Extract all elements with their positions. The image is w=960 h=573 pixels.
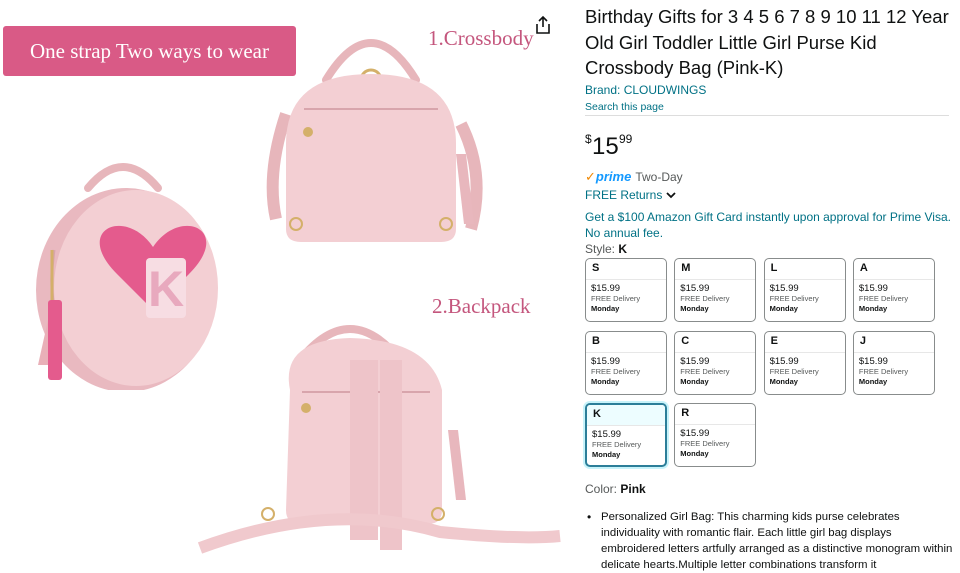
style-option-letter: A [859,262,868,274]
style-option-day: Monday [858,304,888,313]
style-option-day: Monday [591,304,620,313]
style-option-price: $15.99 [769,283,799,294]
style-option-price: $15.99 [680,355,710,367]
style-value: K [618,241,628,256]
product-title: Birthday Gifts for 3 4 5 6 7 8 9 10 11 1… [585,6,949,78]
style-option-day: Monday [769,304,798,313]
bag-backpack-illustration [197,325,561,554]
style-option-letter: L [770,262,778,274]
style-option-delivery: FREE Delivery [858,366,909,376]
style-option-price: $15.99 [858,283,888,294]
style-option-e[interactable]: E $15.99 FREE Delivery Monday [763,330,846,395]
style-label: Style: K [585,241,628,256]
style-option-letter: K [587,405,665,426]
style-option-b[interactable]: B $15.99 FREE Delivery Monday [585,330,667,395]
share-icon[interactable] [532,14,554,36]
feature-bullet: Personalized Girl Bag: This charming kid… [585,509,953,573]
style-option-day: Monday [591,376,620,386]
search-this-page-link[interactable]: Search this page [585,101,949,116]
style-option-price: $15.99 [592,429,622,441]
free-returns-label: FREE Returns [585,187,663,202]
style-option-delivery: FREE Delivery [769,366,819,376]
style-option-j[interactable]: J $15.99 FREE Delivery Monday [852,330,935,395]
style-option-price: $15.99 [591,283,621,294]
style-option-day: Monday [769,376,798,386]
style-option-price: $15.99 [680,283,710,294]
price-symbol: $ [585,131,592,146]
style-option-letter: C [681,334,690,347]
price-whole: 15 [592,132,619,160]
style-option-k[interactable]: K $15.99 FREE Delivery Monday [585,403,667,468]
style-option-day: Monday [680,304,709,313]
style-option-day: Monday [858,376,888,386]
brand-link[interactable]: Brand: CLOUDWINGS [585,83,706,97]
style-option-price: $15.99 [769,355,799,367]
prime-logo: prime [595,169,632,184]
prime-visa-promo-link[interactable]: Get a $100 Amazon Gift Card instantly up… [585,209,953,241]
style-option-r[interactable]: R $15.99 FREE Delivery Monday [674,403,757,468]
style-option-day: Monday [680,449,709,459]
color-value: Pink [620,482,646,496]
style-option-a[interactable]: A $15.99 FREE Delivery Monday [852,258,935,322]
style-option-letter: M [681,262,691,274]
color-label: Color: Pink [585,482,646,496]
style-option-day: Monday [592,450,621,460]
style-option-l[interactable]: L $15.99 FREE Delivery Monday [763,258,846,322]
monogram-letter: K [148,261,184,317]
style-option-day: Monday [680,376,709,386]
product-image[interactable]: One strap Two ways to wear 1.Crossbody 2… [0,0,568,572]
style-option-delivery: FREE Delivery [680,366,730,376]
style-option-letter: B [592,334,600,347]
style-option-delivery: FREE Delivery [591,294,641,303]
bag-crossbody-illustration [266,39,483,242]
style-option-c[interactable]: C $15.99 FREE Delivery Monday [674,330,757,395]
prime-delivery-text: Two-Day [635,169,683,184]
style-option-m[interactable]: M $15.99 FREE Delivery Monday [674,258,757,322]
style-option-letter: E [770,334,778,347]
style-option-letter: R [681,407,690,420]
style-option-letter: S [592,262,600,274]
free-returns-link[interactable]: FREE Returns [585,187,953,203]
style-option-delivery: FREE Delivery [858,294,909,303]
style-option-price: $15.99 [858,355,888,367]
style-option-s[interactable]: S $15.99 FREE Delivery Monday [585,258,667,322]
price: $ 15 99 [585,131,953,160]
style-option-delivery: FREE Delivery [591,366,641,376]
feature-bullets: Personalized Girl Bag: This charming kid… [585,509,953,573]
style-option-delivery: FREE Delivery [769,294,819,303]
style-option-delivery: FREE Delivery [592,440,642,450]
product-details: Birthday Gifts for 3 4 5 6 7 8 9 10 11 1… [585,0,953,571]
style-option-price: $15.99 [680,428,710,440]
style-option-delivery: FREE Delivery [680,294,730,303]
style-option-price: $15.99 [591,355,621,367]
price-fraction: 99 [619,131,633,146]
banner-text: One strap Two ways to wear [3,26,296,76]
style-option-delivery: FREE Delivery [680,439,730,449]
prime-check-icon: ✓ [585,168,596,184]
prime-badge: ✓ prime Two-Day [585,169,953,185]
style-option-letter: J [859,334,867,347]
chevron-down-icon [666,191,676,198]
